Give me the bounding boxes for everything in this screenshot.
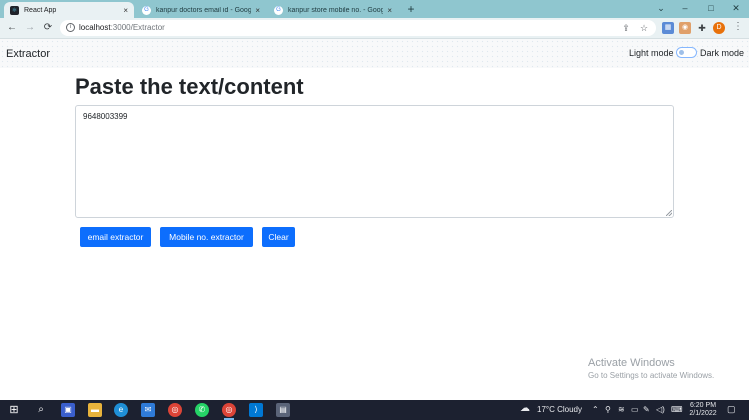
battery-icon[interactable]: ▭	[631, 405, 639, 414]
windows-taskbar: ⊞ ⌕ ▣ ▬ e ✉ ◎ ✆ ◎ ⟩ ▤ ☁ 17°C Cloudy ⌃ ⚲ …	[0, 400, 749, 420]
maximize-button[interactable]: □	[698, 0, 724, 18]
puzzle-extensions-icon[interactable]: ✚	[696, 22, 708, 34]
chrome-icon[interactable]: ◎	[168, 403, 182, 417]
app-icon[interactable]: ▤	[276, 403, 290, 417]
system-clock[interactable]: 6:20 PM 2/1/2022	[686, 402, 720, 418]
file-explorer-icon[interactable]: ▬	[88, 403, 102, 417]
email-extractor-button[interactable]: email extractor	[80, 227, 151, 247]
clock-time: 6:20 PM	[689, 402, 717, 409]
weather-cloud-icon[interactable]: ☁	[520, 403, 530, 414]
notifications-icon[interactable]: ▢	[727, 404, 736, 415]
browser-tab-strip: ⚛ React App × G kanpur doctors email id …	[0, 0, 749, 18]
minimize-button[interactable]: –	[672, 0, 698, 18]
mobile-extractor-button[interactable]: Mobile no. extractor	[160, 227, 253, 247]
dark-mode-label: Dark mode	[700, 48, 745, 58]
tab-google-search-email[interactable]: G kanpur doctors email id - Google S ×	[136, 2, 266, 18]
tab-react-app[interactable]: ⚛ React App ×	[4, 2, 134, 18]
google-favicon-icon: G	[274, 5, 283, 15]
forward-button[interactable]: →	[23, 21, 37, 35]
close-tab-icon[interactable]: ×	[123, 6, 128, 15]
clear-button[interactable]: Clear	[262, 227, 295, 247]
google-favicon-icon: G	[142, 5, 151, 15]
keyboard-icon[interactable]: ⌨	[671, 405, 683, 414]
tab-title: kanpur store mobile no. - Google S	[288, 6, 384, 14]
weather-text[interactable]: 17°C Cloudy	[537, 405, 582, 414]
browser-toolbar: ← → ⟳ i localhost:3000/Extractor ⇪ ☆ ▦ ◉…	[0, 18, 749, 39]
tab-google-search-mobile[interactable]: G kanpur store mobile no. - Google S ×	[268, 2, 398, 18]
profile-avatar[interactable]: D	[713, 22, 725, 34]
task-view-icon[interactable]: ▣	[61, 403, 75, 417]
bookmark-star-icon[interactable]: ☆	[638, 22, 650, 34]
page-title: Paste the text/content	[75, 74, 304, 99]
vscode-icon[interactable]: ⟩	[249, 403, 263, 417]
react-favicon-icon: ⚛	[10, 5, 19, 15]
textarea-value: 9648003399	[83, 112, 128, 121]
extension-icon[interactable]: ▦	[662, 22, 674, 34]
tab-title: React App	[24, 6, 57, 14]
url-text: localhost:3000/Extractor	[79, 23, 165, 32]
back-button[interactable]: ←	[5, 21, 19, 35]
tab-search-icon[interactable]: ⌄	[648, 0, 674, 18]
whatsapp-icon[interactable]: ✆	[195, 403, 209, 417]
toggle-knob	[679, 50, 684, 55]
clock-date: 2/1/2022	[689, 410, 717, 417]
address-bar[interactable]: i localhost:3000/Extractor ⇪ ☆	[60, 20, 656, 36]
content-textarea[interactable]: 9648003399	[75, 105, 674, 218]
chevron-up-icon[interactable]: ⌃	[592, 405, 599, 414]
search-icon[interactable]: ⌕	[34, 403, 48, 417]
pen-icon[interactable]: ✎	[643, 405, 650, 414]
activate-windows-title: Activate Windows	[588, 357, 675, 369]
close-tab-icon[interactable]: ×	[387, 6, 392, 15]
resize-handle-icon[interactable]	[666, 210, 672, 216]
menu-kebab-icon[interactable]: ⋮	[733, 21, 743, 32]
close-window-button[interactable]: ✕	[723, 0, 749, 18]
mail-icon[interactable]: ✉	[141, 403, 155, 417]
wifi-icon[interactable]: ≋	[618, 405, 625, 414]
light-mode-label: Light mode	[629, 48, 674, 58]
site-info-icon[interactable]: i	[66, 23, 75, 32]
dark-mode-toggle[interactable]	[676, 47, 697, 58]
close-tab-icon[interactable]: ×	[255, 6, 260, 15]
volume-icon[interactable]: ◁)	[656, 405, 665, 414]
edge-browser-icon[interactable]: e	[114, 403, 128, 417]
tab-title: kanpur doctors email id - Google S	[156, 6, 252, 14]
reload-button[interactable]: ⟳	[41, 21, 55, 35]
windows-start-icon[interactable]: ⊞	[7, 403, 21, 417]
app-navbar: Extractor Light mode Dark mode	[0, 39, 749, 68]
share-icon[interactable]: ⇪	[620, 22, 632, 34]
chrome-active-icon[interactable]: ◎	[222, 403, 236, 417]
brand-link[interactable]: Extractor	[6, 48, 50, 60]
network-icon[interactable]: ⚲	[605, 405, 611, 414]
new-tab-button[interactable]: +	[404, 2, 418, 16]
activate-windows-subtitle: Go to Settings to activate Windows.	[588, 371, 715, 380]
extension-icon[interactable]: ◉	[679, 22, 691, 34]
